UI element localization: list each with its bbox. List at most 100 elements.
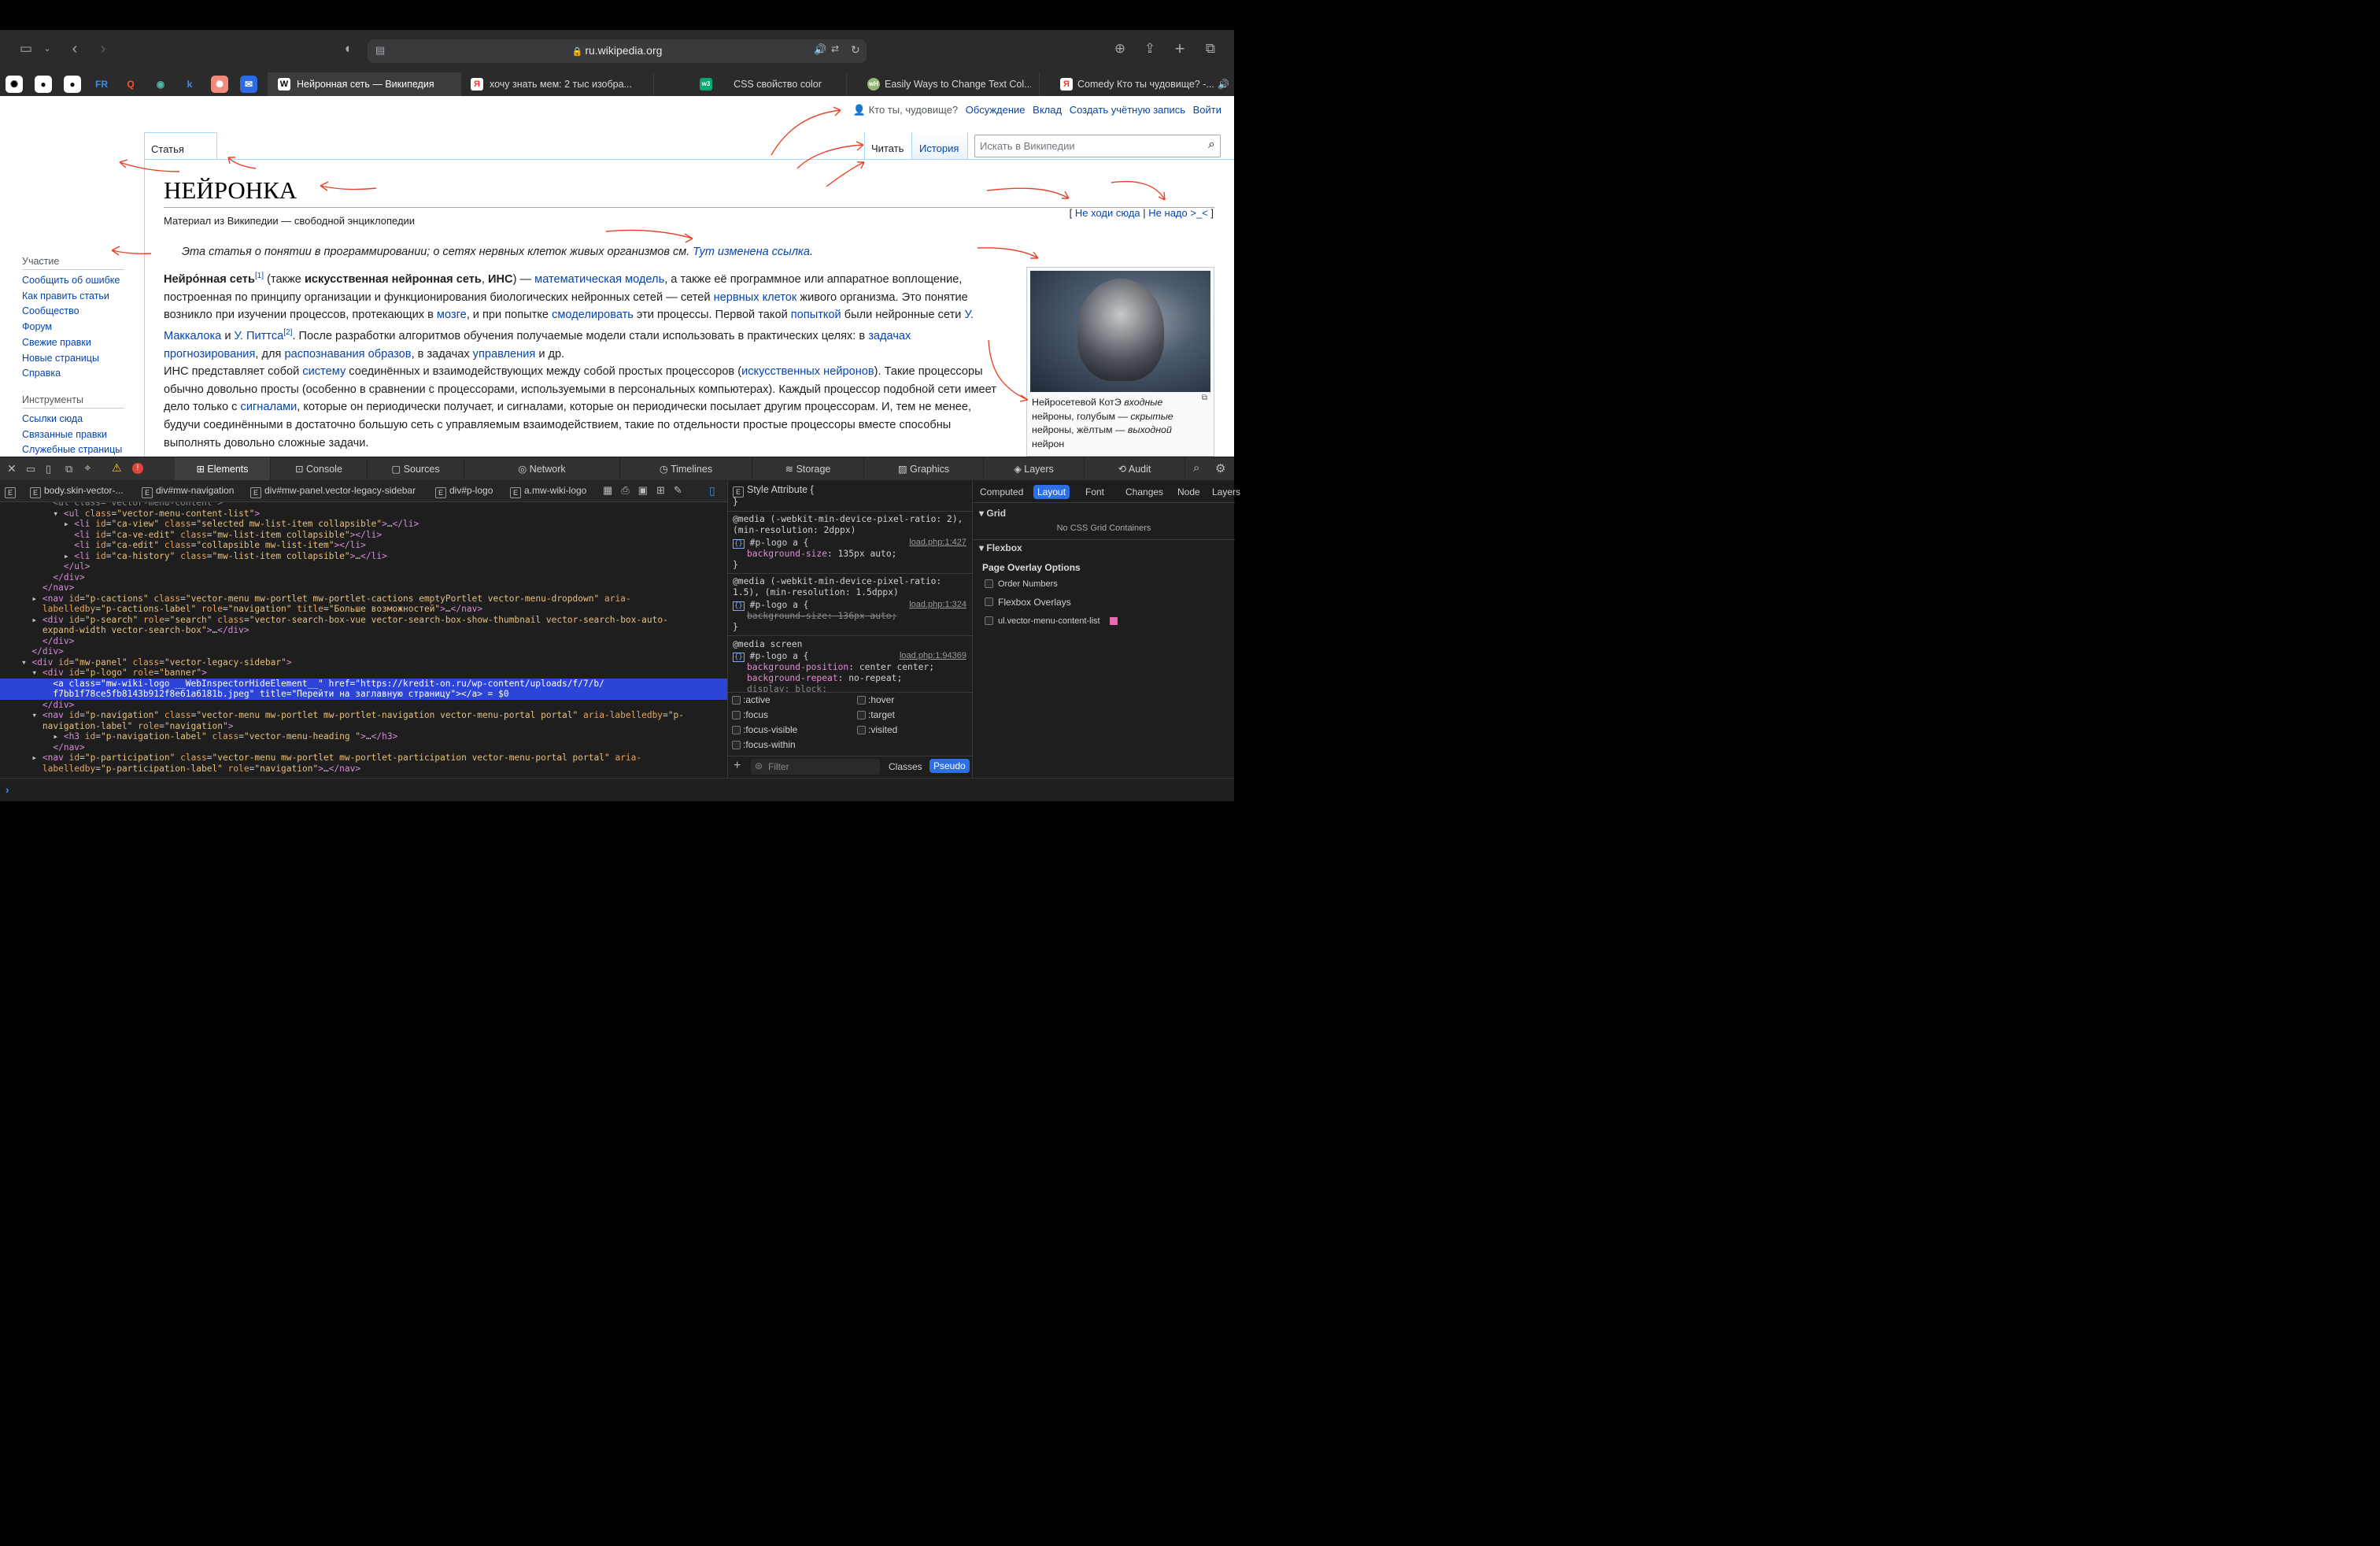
tab-audit[interactable]: ⟲ Audit — [1085, 457, 1185, 481]
element-icon: E — [142, 487, 153, 498]
audio-icon[interactable]: 🔊 — [814, 43, 826, 56]
tab-elements[interactable]: ⊞ Elements — [175, 457, 271, 481]
style-rule-2[interactable]: @media (-webkit-min-device-pixel-ratio: … — [728, 574, 972, 636]
browser-toolbar: ▭ ⌄ ‹ › ◐ ▤ 🔒 ru.wikipedia.org 🔊 ⇄ ↻ ⊕ ⇪… — [0, 30, 1234, 72]
tab-console[interactable]: ⊡ Console — [271, 457, 368, 481]
crumb-root[interactable]: E — [5, 485, 19, 498]
detach-icon[interactable]: ⧉ — [65, 463, 72, 475]
graphics-icon: ▨ — [897, 464, 911, 475]
flex-container-checkbox[interactable] — [985, 616, 993, 625]
tab-node[interactable]: Node — [1173, 485, 1204, 499]
k-icon[interactable]: k — [181, 76, 198, 93]
style-rule-1[interactable]: @media (-webkit-min-device-pixel-ratio: … — [728, 512, 972, 574]
tab-network[interactable]: ◎ Network — [464, 457, 620, 481]
pseudo-button[interactable]: Pseudo — [929, 759, 970, 773]
braces-icon: {} — [733, 653, 745, 662]
crumb-mw-navigation[interactable]: Ediv#mw-navigation — [142, 485, 234, 498]
filter-placeholder: Filter — [768, 761, 789, 772]
dom-tree[interactable]: <ul class="vector-menu-content"> ▾ <ul c… — [0, 502, 727, 778]
dock-side-icon[interactable]: ▯ — [46, 463, 51, 475]
chrome-icon[interactable]: ◉ — [152, 76, 169, 93]
source-link[interactable]: load.php:1:94369 — [900, 651, 966, 660]
share-icon[interactable]: ⇪ — [1140, 39, 1160, 59]
audit-icon: ⟲ — [1118, 464, 1129, 475]
chevron-down-icon[interactable]: ⌄ — [37, 39, 57, 59]
filter-input[interactable]: ⊜ Filter — [751, 759, 880, 775]
openai-icon[interactable]: ✺ — [6, 76, 23, 93]
wikipedia-icon: W — [278, 78, 290, 91]
crumb-p-logo[interactable]: Ediv#p-logo — [435, 485, 493, 498]
gear-icon[interactable]: ⚙ — [1215, 461, 1225, 475]
sidebar-toggle-icon[interactable]: ▭ — [16, 39, 36, 59]
braces-icon: {} — [733, 601, 745, 611]
tab-timelines[interactable]: ◷ Timelines — [620, 457, 752, 481]
tab-computed[interactable]: Computed — [976, 485, 1027, 499]
order-numbers-label: Order Numbers — [998, 579, 1058, 589]
tab-changes[interactable]: Changes — [1122, 485, 1167, 499]
new-tab-icon[interactable]: + — [1170, 39, 1190, 59]
openai-icon[interactable]: ✺ — [211, 76, 228, 93]
mail-icon[interactable]: ✉ — [240, 76, 257, 93]
styles-pane: E Style Attribute { } @media (-webkit-min… — [727, 480, 972, 778]
add-rule-icon[interactable]: + — [734, 759, 741, 773]
download-icon[interactable]: ⊕ — [1110, 39, 1130, 59]
tab-font[interactable]: Font — [1081, 485, 1108, 499]
search-icon[interactable]: ⌕ — [1193, 461, 1199, 475]
tab-graphics[interactable]: ▨ Graphics — [864, 457, 984, 481]
warning-icon[interactable]: ⚠ — [112, 461, 122, 475]
github-icon[interactable]: ● — [35, 76, 52, 93]
tab-sources[interactable]: ▢ Sources — [368, 457, 464, 481]
console-prompt[interactable]: › — [0, 778, 1234, 801]
element-tools-icons[interactable]: ▦⎙▣⊞✎ — [603, 484, 691, 497]
overlay-options-heading: Page Overlay Options — [982, 562, 1081, 573]
source-link[interactable]: load.php:1:427 — [909, 538, 966, 547]
tab-comedy[interactable]: Я Comedy Кто ты чудовище? -... 🔊 — [1039, 72, 1234, 96]
flexbox-overlays-checkbox[interactable] — [985, 597, 993, 606]
forward-icon[interactable]: › — [93, 39, 113, 59]
reload-icon[interactable]: ↻ — [851, 43, 860, 57]
audio-icon[interactable]: 🔊 — [1218, 72, 1229, 96]
crumb-wiki-logo[interactable]: Ea.mw-wiki-logo — [510, 485, 586, 498]
q-icon[interactable]: Q — [122, 76, 139, 93]
console-icon: ⊡ — [295, 464, 307, 475]
tab-wikihow[interactable]: wH Easily Ways to Change Text Col... — [846, 72, 1039, 96]
tab-yandex[interactable]: Я хочу знать мем: 2 тыс изобра... — [460, 72, 653, 96]
element-icon: E — [435, 487, 446, 498]
fr-icon[interactable]: FR — [93, 76, 110, 93]
storage-icon: ≋ — [785, 464, 796, 475]
crumb-mw-panel[interactable]: Ediv#mw-panel.vector-legacy-sidebar — [250, 485, 416, 498]
sidebar-toggle-icon[interactable]: ▯ — [709, 484, 715, 497]
tab-css-color[interactable]: w3 CSS свойство color — [653, 72, 846, 96]
flexbox-section[interactable]: ▾ Flexbox — [979, 542, 1022, 553]
flex-container-label: ul.vector-menu-content-list — [998, 616, 1100, 626]
tab-layers-sidebar[interactable]: Layers — [1208, 485, 1244, 499]
tab-overview-icon[interactable]: ⧉ — [1200, 39, 1221, 59]
yandex-icon: Я — [471, 78, 483, 91]
order-numbers-checkbox[interactable] — [985, 579, 993, 588]
tab-layers[interactable]: ◈ Layers — [984, 457, 1085, 481]
braces-icon: {} — [733, 539, 745, 549]
back-icon[interactable]: ‹ — [65, 39, 85, 59]
error-icon[interactable]: ! — [132, 463, 143, 474]
tab-wikipedia[interactable]: W Нейронная сеть — Википедия — [268, 72, 460, 96]
tab-bar: ✺ ● ● FR Q ◉ k ✺ ✉ W Нейронная сеть — Ви… — [0, 72, 1234, 96]
close-icon[interactable]: ✕ — [7, 462, 17, 475]
target-icon[interactable]: ⌖ — [84, 461, 91, 475]
github-icon[interactable]: ● — [64, 76, 81, 93]
address-bar[interactable]: ▤ 🔒 ru.wikipedia.org 🔊 ⇄ ↻ — [368, 39, 867, 63]
selected-dom-node[interactable]: <a class="mw-wiki-logo __WebInspectorHid… — [0, 679, 727, 690]
translate-icon[interactable]: ⇄ — [831, 43, 839, 54]
crumb-body[interactable]: Ebody.skin-vector-... — [30, 485, 123, 498]
color-swatch[interactable] — [1110, 617, 1118, 625]
tab-label: Comedy Кто ты чудовище? -... — [1077, 79, 1214, 90]
style-attribute-block[interactable]: E Style Attribute { } — [728, 480, 972, 512]
dock-bottom-icon[interactable]: ▭ — [26, 463, 35, 475]
classes-button[interactable]: Classes — [889, 761, 922, 772]
tab-storage[interactable]: ≋ Storage — [752, 457, 864, 481]
grid-section[interactable]: ▾ Grid — [979, 508, 1006, 519]
privacy-shield-icon[interactable]: ◐ — [338, 39, 359, 59]
tab-layout[interactable]: Layout — [1033, 485, 1070, 499]
source-link[interactable]: load.php:1:324 — [909, 600, 966, 609]
pseudo-class-toggles: :active :hover :focus :target :focus-vis… — [728, 693, 972, 754]
style-rule-3[interactable]: @media screen {} #p-logo a { load.php:1:… — [728, 636, 972, 693]
